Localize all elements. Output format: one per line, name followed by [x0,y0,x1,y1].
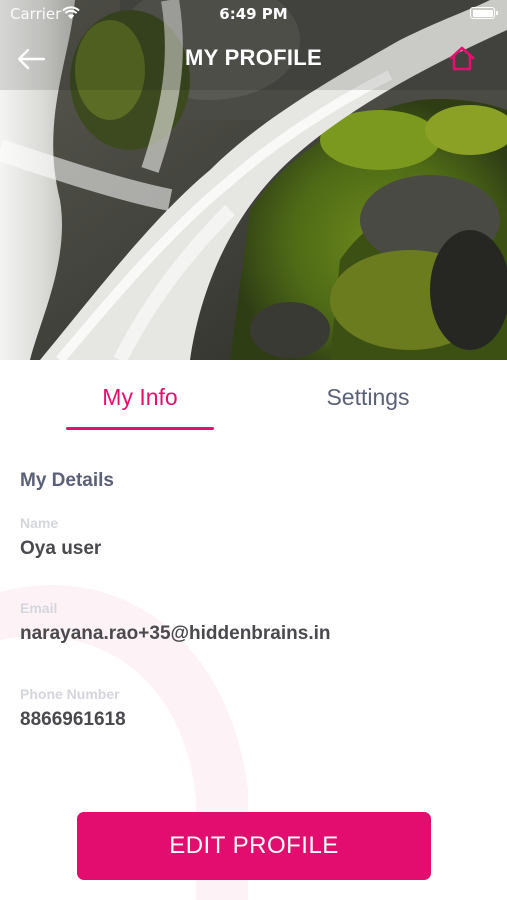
email-label: Email [20,600,58,616]
profile-tab-bar: My Info Settings [0,360,507,438]
clock-time: 6:49 PM [219,5,288,23]
active-tab-indicator [66,427,214,430]
email-value: narayana.rao+35@hiddenbrains.in [20,623,331,644]
battery-icon [470,7,498,19]
name-value: Oya user [20,538,102,559]
name-label: Name [20,515,59,531]
section-title-my-details: My Details [20,470,114,491]
page-title: MY PROFILE [184,45,323,70]
phone-number-value: 8866961618 [20,709,126,730]
home-button[interactable] [447,44,477,74]
tab-my-info[interactable]: My Info [66,384,214,411]
battery-level [472,9,493,17]
home-icon [449,46,475,71]
status-bar: Carrier 6:49 PM [0,0,507,28]
tab-settings[interactable]: Settings [292,384,444,411]
profile-cover-photo: Carrier 6:49 PM MY PROFILE [0,0,507,360]
edit-profile-button[interactable]: EDIT PROFILE [77,812,431,880]
phone-number-label: Phone Number [20,686,120,702]
